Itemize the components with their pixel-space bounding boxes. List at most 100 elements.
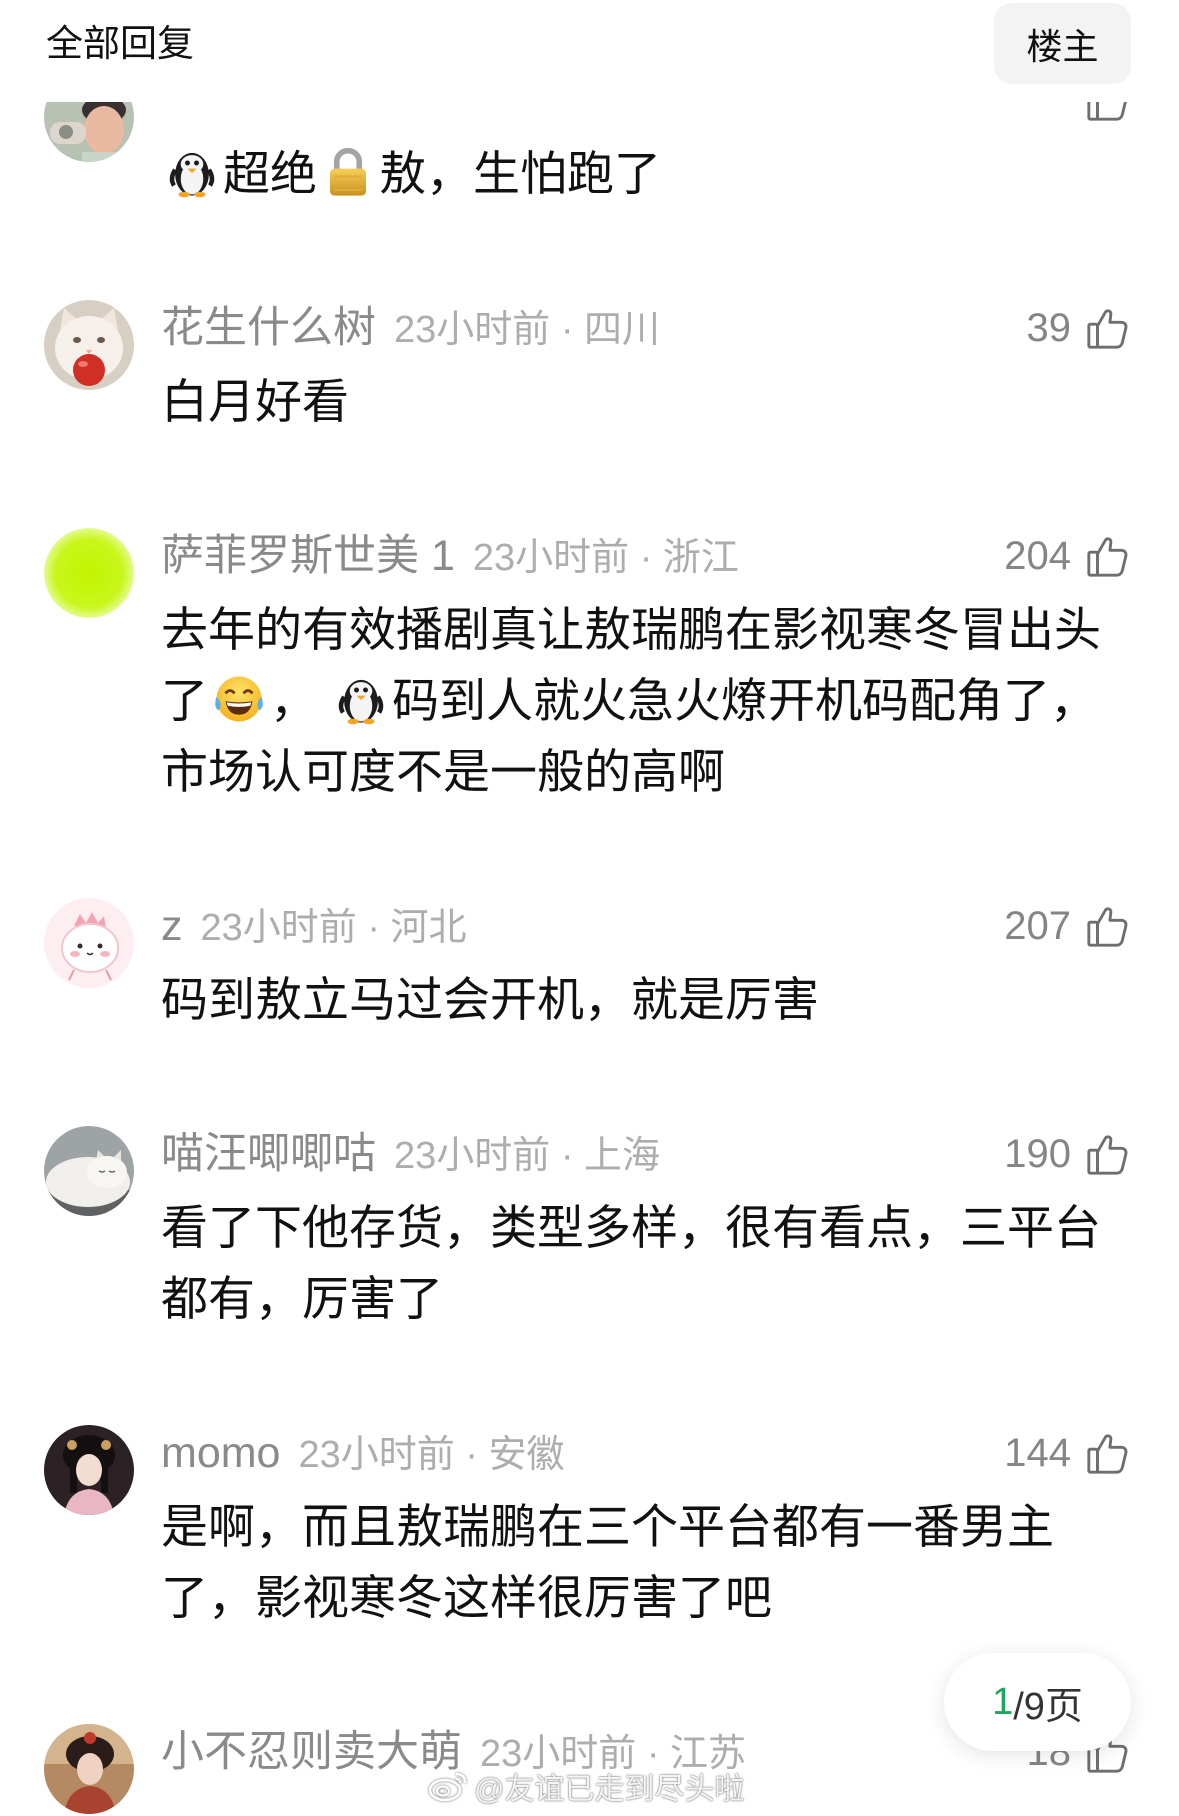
- like-count: 144: [1004, 1431, 1071, 1475]
- like-button[interactable]: 39: [1027, 298, 1132, 358]
- penguin-emoji-icon: [165, 145, 219, 199]
- comment-text-segment: 是啊，而且敖瑞鹏在三个平台都有一番男主: [161, 1499, 1054, 1553]
- comment-text-line: 了，影视寒冬这样很厉害了吧: [161, 1562, 1131, 1633]
- reply-header: 全部回复 楼主: [0, 0, 1179, 102]
- op-only-button-label: 楼主: [1026, 25, 1099, 67]
- comment-text-segment: 了，影视寒冬这样很厉害了吧: [161, 1570, 772, 1624]
- lock-emoji-icon: [330, 147, 366, 196]
- weibo-logo-icon: [428, 1772, 467, 1802]
- comment-meta: 23小时前 · 浙江: [472, 537, 739, 579]
- username[interactable]: 喵汪唧唧咕: [161, 1130, 376, 1178]
- total-pages: /9页: [1013, 1685, 1083, 1728]
- comment-body: momo 23小时前 · 安徽 144 是啊，而且敖瑞鹏在三个平台都有一番男主 了，影视…: [161, 1423, 1131, 1633]
- username[interactable]: momo: [161, 1429, 280, 1477]
- comment-meta: 23小时前 · 河北: [200, 907, 467, 949]
- comment-header: z 23小时前 · 河北 207: [161, 896, 1131, 956]
- like-count: 190: [1004, 1132, 1071, 1176]
- comment-text-segment: 去年的有效播剧真让敖瑞鹏在影视寒冬冒出头: [161, 602, 1101, 656]
- cat-apple-avatar: [44, 300, 134, 390]
- comment-item: 超绝 敖，生怕跑了: [0, 70, 1179, 298]
- comment-item: z 23小时前 · 河北 207 码到敖立马过会开机，就是厉害: [0, 896, 1179, 1124]
- comment-text[interactable]: 是啊，而且敖瑞鹏在三个平台都有一番男主 了，影视寒冬这样很厉害了吧: [161, 1491, 1131, 1633]
- comment-item: 萨菲罗斯世美 1 23小时前 · 浙江 204 去年的有效播剧真让敖瑞鹏在影视寒冬冒出…: [0, 526, 1179, 896]
- costume-woman-avatar: [44, 1425, 134, 1515]
- comment-text-segment: 了: [161, 673, 208, 727]
- comment-meta: 23小时前 · 上海: [394, 1135, 661, 1177]
- comment-text-segment: 超绝: [223, 146, 317, 200]
- penguin-emoji-icon: [169, 152, 215, 197]
- comment-text-segment: 码到敖立马过会开机，就是厉害: [161, 972, 819, 1026]
- user-avatar[interactable]: [44, 1724, 134, 1814]
- username[interactable]: 小不忍则卖大萌: [161, 1728, 462, 1776]
- white-cat-avatar: [44, 1126, 134, 1216]
- comment-text-segment: 白月好看: [161, 374, 349, 428]
- comment-meta: 23小时前 · 四川: [394, 309, 661, 351]
- like-button[interactable]: 207: [1004, 896, 1131, 956]
- comment-header: 花生什么树 23小时前 · 四川 39: [161, 298, 1131, 358]
- comment-text-segment: 码到人就火急火燎开机码配角了，: [392, 673, 1098, 727]
- thumbs-up-icon: [1085, 902, 1131, 950]
- comment-body: z 23小时前 · 河北 207 码到敖立马过会开机，就是厉害: [161, 896, 1131, 1035]
- like-button[interactable]: 204: [1004, 526, 1131, 586]
- thumbs-up-icon: [1085, 1130, 1131, 1178]
- comment-text-segment: 市场认可度不是一般的高啊: [161, 744, 725, 798]
- comment-text-line: 超绝 敖，生怕跑了: [161, 138, 1131, 209]
- comment-body: 萨菲罗斯世美 1 23小时前 · 浙江 204 去年的有效播剧真让敖瑞鹏在影视寒冬冒出…: [161, 526, 1131, 807]
- penguin-emoji-icon: [334, 672, 388, 726]
- comment-text[interactable]: 看了下他存货，类型多样，很有看点，三平台 都有，厉害了: [161, 1192, 1131, 1334]
- like-button[interactable]: 144: [1004, 1423, 1131, 1483]
- lock-emoji-icon: [321, 145, 375, 199]
- user-avatar[interactable]: [44, 1425, 134, 1515]
- comment-text[interactable]: 去年的有效播剧真让敖瑞鹏在影视寒冬冒出头了 ， 码到人就火急火燎开机码配角了， 市场…: [161, 594, 1131, 807]
- page-indicator[interactable]: 1/9页: [944, 1653, 1131, 1751]
- tears-of-joy-emoji-icon: [215, 676, 263, 721]
- like-button[interactable]: 190: [1004, 1124, 1131, 1184]
- comment-text[interactable]: 码到敖立马过会开机，就是厉害: [161, 964, 1131, 1035]
- user-avatar[interactable]: [44, 898, 134, 988]
- penguin-emoji-icon: [338, 679, 384, 724]
- pink-cartoon-avatar: [44, 898, 134, 988]
- like-count: 39: [1026, 306, 1072, 350]
- username[interactable]: 萨菲罗斯世美 1: [161, 532, 455, 580]
- thumbs-up-icon: [1087, 1434, 1128, 1474]
- thumbs-up-icon: [1087, 309, 1128, 349]
- comment-item: 喵汪唧唧咕 23小时前 · 上海 190 看了下他存货，类型多样，很有看点，三平台 都有…: [0, 1124, 1179, 1423]
- comment-text-segment: ，: [270, 673, 331, 727]
- user-avatar[interactable]: [44, 300, 134, 390]
- comment-body: 花生什么树 23小时前 · 四川 39 白月好看: [161, 298, 1131, 437]
- like-count: 204: [1004, 534, 1071, 578]
- lime-circle-avatar: [44, 528, 134, 618]
- current-page: 1: [992, 1680, 1014, 1723]
- comment-text-line: 白月好看: [161, 366, 1131, 437]
- username[interactable]: z: [161, 902, 183, 950]
- op-only-button[interactable]: 楼主: [994, 3, 1131, 84]
- comment-text-line: 市场认可度不是一般的高啊: [161, 736, 1131, 807]
- user-avatar[interactable]: [44, 528, 134, 618]
- comment-text-segment: 敖，生怕跑了: [379, 146, 661, 200]
- thumbs-up-icon: [1087, 537, 1128, 577]
- comment-text[interactable]: 超绝 敖，生怕跑了: [161, 138, 1131, 209]
- comment-item: 花生什么树 23小时前 · 四川 39 白月好看: [0, 298, 1179, 526]
- comment-text-segment: 都有，厉害了: [161, 1271, 443, 1325]
- username[interactable]: 花生什么树: [161, 304, 376, 352]
- comment-header: momo 23小时前 · 安徽 144: [161, 1423, 1131, 1483]
- comment-meta: 23小时前 · 安徽: [298, 1434, 565, 1476]
- watermark-text: @友谊已走到尽头啦: [474, 1773, 745, 1806]
- page-title: 全部回复: [46, 23, 194, 64]
- comment-text-line: 码到敖立马过会开机，就是厉害: [161, 964, 1131, 1035]
- comment-text-line: 去年的有效播剧真让敖瑞鹏在影视寒冬冒出头: [161, 594, 1131, 665]
- comment-text-line: 是啊，而且敖瑞鹏在三个平台都有一番男主: [161, 1491, 1131, 1562]
- comment-list: 超绝 敖，生怕跑了花生什么树 23小时前 · 四川 39 白月好看萨菲罗斯世美 1 23小…: [0, 70, 1179, 1814]
- thumbs-up-icon: [1085, 304, 1131, 352]
- user-avatar[interactable]: [44, 1126, 134, 1216]
- comment-body: 喵汪唧唧咕 23小时前 · 上海 190 看了下他存货，类型多样，很有看点，三平台 都有…: [161, 1124, 1131, 1334]
- comment-header: 喵汪唧唧咕 23小时前 · 上海 190: [161, 1124, 1131, 1184]
- comment-text-line: 看了下他存货，类型多样，很有看点，三平台: [161, 1192, 1131, 1263]
- weibo-logo-icon: [428, 1769, 468, 1803]
- comment-text-line: 了 ， 码到人就火急火燎开机码配角了，: [161, 665, 1131, 736]
- comment-text-line: 都有，厉害了: [161, 1263, 1131, 1334]
- comment-page: 全部回复 楼主 超绝 敖，生怕跑了花生什么树 23小时前 · 四川 39 白月好看萨菲罗…: [0, 0, 1179, 1816]
- comment-text-segment: 看了下他存货，类型多样，很有看点，三平台: [161, 1200, 1101, 1254]
- thumbs-up-icon: [1085, 1429, 1131, 1477]
- comment-text[interactable]: 白月好看: [161, 366, 1131, 437]
